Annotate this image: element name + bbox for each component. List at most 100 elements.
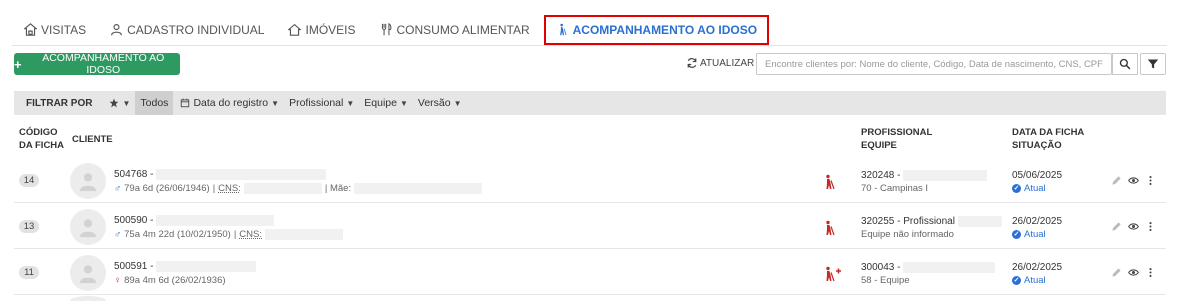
row-actions [1111,267,1156,278]
client-age: 79a 6d (26/06/1946) [124,183,210,194]
edit-icon[interactable] [1111,175,1122,186]
star-icon [110,98,119,108]
more-vertical-icon[interactable] [1145,175,1156,186]
filter-item-label: Equipe [364,97,397,109]
more-vertical-icon[interactable] [1145,221,1156,232]
favorites-filter[interactable]: ▼ [104,91,135,115]
home-visit-icon [24,23,37,36]
header-text: EQUIPE [861,140,897,151]
client-details: ♂ 79a 6d (26/06/1946) | CNS: | Mãe: [114,183,483,194]
tab-acompanhamento-idoso[interactable]: ACOMPANHAMENTO AO IDOSO [543,14,770,45]
header-text: DATA DA FICHA [1012,127,1085,138]
chevron-down-icon: ▼ [453,98,462,108]
status-label: Atual [1024,229,1046,240]
client-name[interactable]: 500591 - [114,261,257,272]
mother-label: | Mãe: [324,183,352,194]
tab-label: ACOMPANHAMENTO AO IDOSO [572,22,758,37]
avatar [70,296,106,301]
filter-data-registro[interactable]: Data do registro ▼ [175,91,284,115]
tab-consumo-alimentar[interactable]: CONSUMO ALIMENTAR [368,15,542,45]
team-name: 70 - Campinas I [861,183,929,194]
filter-label: FILTRAR POR [26,97,93,109]
tab-imoveis[interactable]: IMÓVEIS [276,15,367,45]
search-button[interactable] [1112,53,1138,75]
edit-icon[interactable] [1111,267,1122,278]
female-icon: ♀ [114,275,122,286]
redacted-name [156,261,257,272]
table-row[interactable]: 14 504768 - ♂ 79a 6d (26/06/1946) | CNS:… [14,157,1166,203]
refresh-icon [687,58,697,68]
header-profissional[interactable]: PROFISSIONAL EQUIPE [861,126,932,152]
avatar [70,163,106,199]
eye-icon[interactable] [1128,267,1139,278]
funnel-icon [1147,59,1159,69]
filter-button[interactable] [1140,53,1166,75]
redacted-name [156,169,327,180]
filter-item-label: Profissional [289,97,344,109]
tab-label: CONSUMO ALIMENTAR [396,22,530,37]
cutlery-icon [381,23,391,36]
search-input[interactable] [757,54,1111,74]
filter-todos-label: Todos [140,97,169,109]
client-name[interactable]: 500590 - [114,215,275,226]
client-age: 75a 4m 22d (10/02/1950) [124,229,231,240]
header-codigo[interactable]: CÓDIGO DA FICHA [19,126,64,152]
plus-icon: + [14,56,22,72]
eye-icon[interactable] [1128,221,1139,232]
professional-cell: 320248 - 70 - Campinas I [861,169,988,195]
search-icon [1119,58,1131,70]
code-badge: 13 [19,220,39,233]
filter-item-label: Data do registro [193,97,269,109]
elderly-walker-icon [826,220,835,236]
client-details: ♀ 89a 4m 6d (26/02/1936) [114,275,226,286]
professional-cell: 320255 - Profissional Equipe não informa… [861,215,1002,241]
date-cell: 26/02/2025 ✓ Atual [1012,261,1062,287]
filter-profissional[interactable]: Profissional ▼ [284,91,359,115]
header-data-ficha[interactable]: DATA DA FICHA SITUAÇÃO [1012,126,1084,152]
refresh-label: ATUALIZAR [700,57,755,69]
header-text: DA FICHA [19,140,65,151]
header-cliente[interactable]: CLIENTE [72,133,113,146]
tab-label: IMÓVEIS [305,22,356,37]
redacted-cns [243,183,322,194]
elderly-walker-plus-icon [826,266,841,282]
tab-cadastro-individual[interactable]: CADASTRO INDIVIDUAL [98,15,276,45]
refresh-button[interactable]: ATUALIZAR [686,57,754,69]
filter-todos[interactable]: Todos [135,91,174,115]
table-row[interactable]: 13 500590 - ♂ 75a 4m 22d (10/02/1950) | … [14,203,1166,249]
user-placeholder-icon [79,265,97,284]
new-acompanhamento-button[interactable]: + ACOMPANHAMENTO AO IDOSO [14,52,180,76]
tab-visitas[interactable]: VISITAS [12,15,98,45]
row-actions [1111,175,1156,186]
house-icon [288,23,302,36]
check-circle-icon: ✓ [1012,230,1021,239]
client-id: 500591 - [114,261,154,272]
team-name: Equipe não informado [861,229,954,240]
edit-icon[interactable] [1111,221,1122,232]
eye-icon[interactable] [1128,175,1139,186]
header-text: SITUAÇÃO [1012,140,1062,151]
chevron-down-icon: ▼ [399,98,408,108]
avatar [70,255,106,291]
filter-versao[interactable]: Versão ▼ [413,91,467,115]
status-label: Atual [1024,275,1046,286]
header-text: CÓDIGO [19,127,58,138]
redacted-mother [354,183,483,194]
chevron-down-icon: ▼ [271,98,280,108]
header-text: CLIENTE [72,134,113,145]
date-cell: 05/06/2025 ✓ Atual [1012,169,1062,195]
more-vertical-icon[interactable] [1145,267,1156,278]
avatar [70,209,106,245]
client-id: 504768 - [114,169,154,180]
redacted-professional [957,215,1002,227]
redacted-professional [903,169,988,181]
tab-label: VISITAS [41,22,87,37]
date-cell: 26/02/2025 ✓ Atual [1012,215,1062,241]
filter-equipe[interactable]: Equipe ▼ [359,91,413,115]
status-badge: ✓ Atual [1012,182,1062,195]
table-row[interactable]: 11 500591 - ♀ 89a 4m 6d (26/02/1936) 300… [14,249,1166,295]
male-icon: ♂ [114,229,122,240]
professional-name: 300043 - [861,262,901,273]
code-badge: 11 [19,266,39,279]
client-name[interactable]: 504768 - [114,169,327,180]
